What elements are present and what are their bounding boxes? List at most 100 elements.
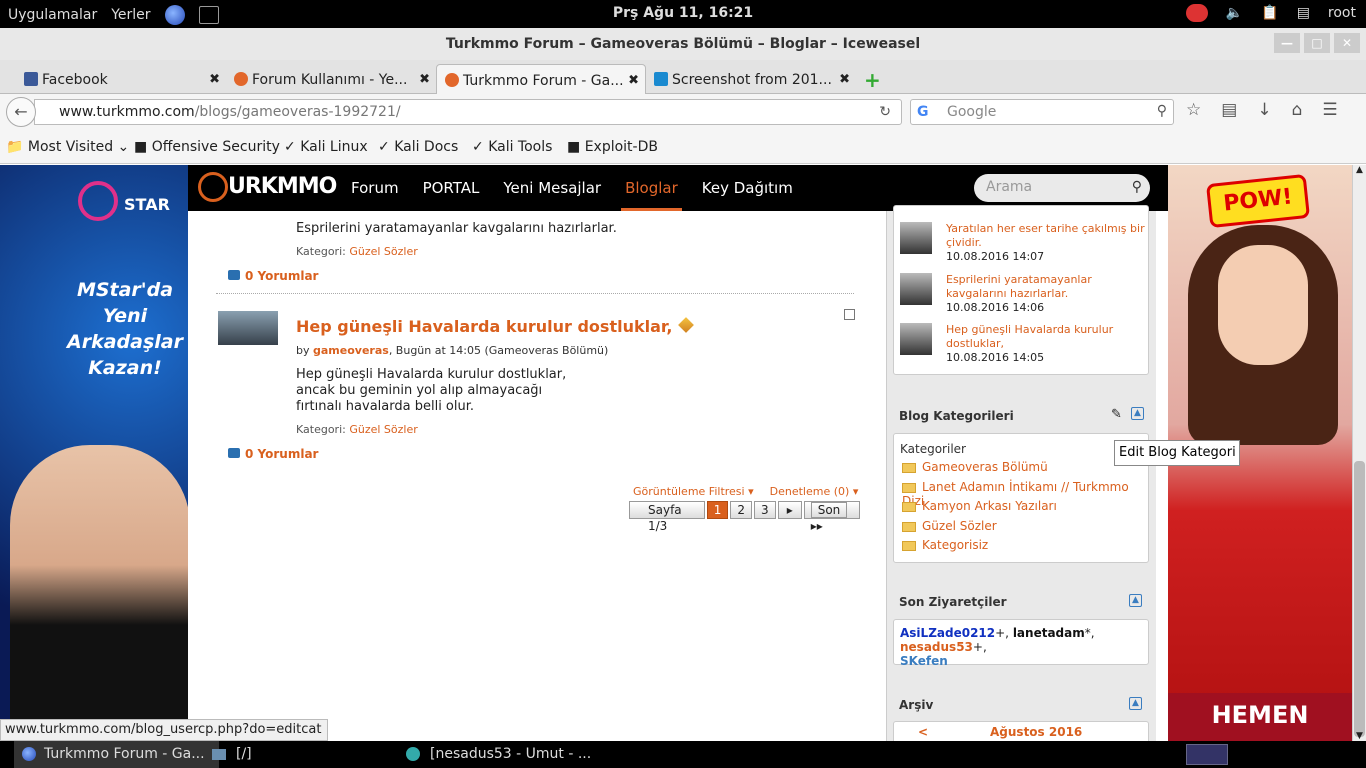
page-3-button[interactable]: 3 — [754, 501, 776, 519]
site-logo[interactable]: URKMMO — [198, 172, 337, 202]
scroll-up-icon[interactable]: ▲ — [1356, 165, 1363, 175]
bookmark-exploit-db[interactable]: ■ Exploit-DB — [567, 139, 658, 155]
tab-facebook[interactable]: Facebook ✖ — [16, 64, 226, 94]
edit-categories-icon[interactable]: ✎ — [1111, 407, 1122, 422]
recent-entry[interactable]: Hep güneşli Havalarda kurulur dostluklar… — [900, 323, 1144, 364]
category-link[interactable]: Güzel Sözler — [349, 423, 417, 436]
back-button[interactable]: ← — [6, 97, 36, 127]
visitor-link[interactable]: SKefen — [900, 654, 948, 668]
bookmark-star-icon[interactable]: ☆ — [1186, 100, 1201, 120]
applications-menu[interactable]: Uygulamalar — [8, 7, 97, 23]
web-search-input[interactable]: G Google ⚲ — [910, 99, 1174, 125]
view-filter-dropdown[interactable]: Görüntüleme Filtresi ▾ — [633, 485, 754, 498]
bookmark-kali-docs[interactable]: ✓ Kali Docs — [378, 139, 458, 155]
bookmark-kali-tools[interactable]: ✓ Kali Tools — [472, 139, 552, 155]
downloads-icon[interactable]: ↓ — [1257, 100, 1271, 120]
bottom-taskbar: Turkmmo Forum - Ga... [/] [nesadus53 - U… — [0, 741, 1366, 768]
archive-month[interactable]: Ağustos 2016 — [990, 725, 1082, 739]
places-menu[interactable]: Yerler — [111, 7, 150, 23]
maximize-button[interactable]: □ — [1304, 33, 1330, 53]
category-item[interactable]: Kamyon Arkası Yazıları — [902, 499, 1057, 513]
recent-entry[interactable]: Esprilerini yaratamayanlar kavgalarını h… — [900, 273, 1144, 314]
taskbar-item-iceweasel[interactable]: Turkmmo Forum - Ga... — [14, 741, 219, 768]
terminal-launcher-icon[interactable] — [198, 6, 219, 24]
network-signal-icon[interactable]: ▤ — [1297, 5, 1310, 21]
bookmark-offensive-security[interactable]: ■ Offensive Security — [134, 139, 280, 155]
category-link[interactable]: Güzel Sözler — [349, 245, 417, 258]
post-title[interactable]: Hep güneşli Havalarda kurulur dostluklar… — [296, 317, 694, 336]
close-tab-icon[interactable]: ✖ — [209, 72, 220, 87]
categories-label: Kategoriler — [900, 442, 966, 456]
page-indicator[interactable]: Sayfa 1/3 — [629, 501, 705, 533]
taskbar-item-chat[interactable]: [nesadus53 - Umut - ... — [406, 746, 591, 762]
taskbar-item-files[interactable]: [/] — [212, 746, 252, 762]
close-window-button[interactable]: ✕ — [1334, 33, 1360, 53]
folder-icon — [902, 501, 916, 512]
entry-title[interactable]: Yaratılan her eser tarihe çakılmış bir ç… — [946, 222, 1145, 249]
category-item[interactable]: Güzel Sözler — [902, 519, 997, 533]
menu-icon[interactable]: ☰ — [1322, 100, 1337, 120]
archive-prev-month-button[interactable]: < — [918, 725, 928, 739]
menu-forum[interactable]: Forum — [351, 165, 399, 211]
tab-forum-kullanimi[interactable]: Forum Kullanımı - Ye... ✖ — [226, 64, 436, 94]
post-select-checkbox[interactable] — [844, 309, 855, 320]
tab-screenshot[interactable]: Screenshot from 201... ✖ — [646, 64, 856, 94]
minimize-button[interactable]: — — [1274, 33, 1300, 53]
bookmark-kali-linux[interactable]: ✓ Kali Linux — [284, 139, 368, 155]
scroll-down-icon[interactable]: ▼ — [1356, 731, 1363, 741]
url-bar[interactable]: www.turkmmo.com/blogs/gameoveras-1992721… — [34, 99, 902, 125]
menu-yeni-mesajlar[interactable]: Yeni Mesajlar — [503, 165, 601, 211]
search-icon[interactable]: ⚲ — [1157, 103, 1167, 119]
page-1-button[interactable]: 1 — [706, 501, 729, 519]
edit-pencil-icon[interactable] — [677, 317, 694, 333]
category-item[interactable]: Kategorisiz — [902, 538, 988, 552]
tab-turkmmo-forum[interactable]: Turkmmo Forum - Ga... ✖ — [436, 64, 646, 94]
collapse-visitors-icon[interactable]: ▲ — [1129, 594, 1142, 607]
menu-bloglar[interactable]: Bloglar — [621, 165, 682, 211]
categories-heading: Blog Kategorileri — [899, 409, 1014, 423]
moderation-dropdown[interactable]: Denetleme (0) ▾ — [770, 485, 859, 498]
post-thumbnail[interactable] — [218, 311, 278, 345]
menu-key-dagitim[interactable]: Key Dağıtım — [702, 165, 793, 211]
collapse-archive-icon[interactable]: ▲ — [1129, 697, 1142, 710]
bookmark-most-visited[interactable]: 📁 Most Visited ⌄ — [6, 139, 129, 155]
iceweasel-launcher-icon[interactable] — [164, 5, 185, 25]
recent-entry[interactable]: Yaratılan her eser tarihe çakılmış bir ç… — [900, 222, 1145, 263]
new-tab-button[interactable]: + — [864, 68, 881, 92]
clipboard-icon[interactable]: 📋 — [1261, 5, 1278, 21]
visitor-link[interactable]: nesadus53 — [900, 640, 973, 654]
volume-icon[interactable]: 🔈 — [1226, 5, 1243, 21]
scrollbar-thumb[interactable] — [1354, 461, 1365, 737]
category-name: Gameoveras Bölümü — [922, 460, 1048, 474]
close-tab-icon[interactable]: ✖ — [839, 72, 850, 87]
prev-post-comments-link[interactable]: 0 Yorumlar — [228, 269, 318, 283]
user-menu[interactable]: root — [1328, 5, 1356, 21]
visitor-link[interactable]: lanetadam — [1013, 626, 1085, 640]
entry-title[interactable]: Hep güneşli Havalarda kurulur dostluklar… — [946, 323, 1113, 350]
site-search-input[interactable]: Arama ⚲ — [974, 174, 1150, 202]
last-page-button[interactable]: Son ▸▸ — [803, 501, 860, 533]
next-page-button[interactable]: ▸ — [777, 501, 802, 519]
bookmarks-menu-icon[interactable]: ▤ — [1221, 100, 1237, 120]
visitor-link[interactable]: AsiLZade0212 — [900, 626, 995, 640]
reload-icon[interactable]: ↻ — [879, 104, 891, 120]
menu-portal[interactable]: PORTAL — [423, 165, 480, 211]
google-engine-icon[interactable]: G — [917, 104, 929, 120]
workspace-switcher[interactable] — [1186, 744, 1228, 765]
entry-title[interactable]: Esprilerini yaratamayanlar kavgalarını h… — [946, 273, 1092, 300]
folder-icon — [212, 748, 226, 760]
home-icon[interactable]: ⌂ — [1292, 100, 1303, 120]
notification-icon[interactable] — [1185, 4, 1208, 22]
by-label: by — [296, 344, 310, 357]
collapse-categories-icon[interactable]: ▲ — [1131, 407, 1144, 420]
left-ad-banner[interactable]: STAR MStar'da Yeni Arkadaşlar Kazan! — [0, 165, 188, 741]
post-comments-link[interactable]: 0 Yorumlar — [228, 447, 318, 461]
close-tab-icon[interactable]: ✖ — [419, 72, 430, 87]
author-link[interactable]: gameoveras — [313, 344, 389, 357]
page-2-button[interactable]: 2 — [730, 501, 753, 519]
close-tab-icon[interactable]: ✖ — [628, 73, 639, 88]
category-item[interactable]: Gameoveras Bölümü — [902, 460, 1048, 474]
tab-label: Turkmmo Forum - Ga... — [463, 73, 624, 89]
page-scrollbar[interactable]: ▲ ▼ — [1352, 165, 1366, 741]
search-icon[interactable]: ⚲ — [1132, 179, 1142, 195]
